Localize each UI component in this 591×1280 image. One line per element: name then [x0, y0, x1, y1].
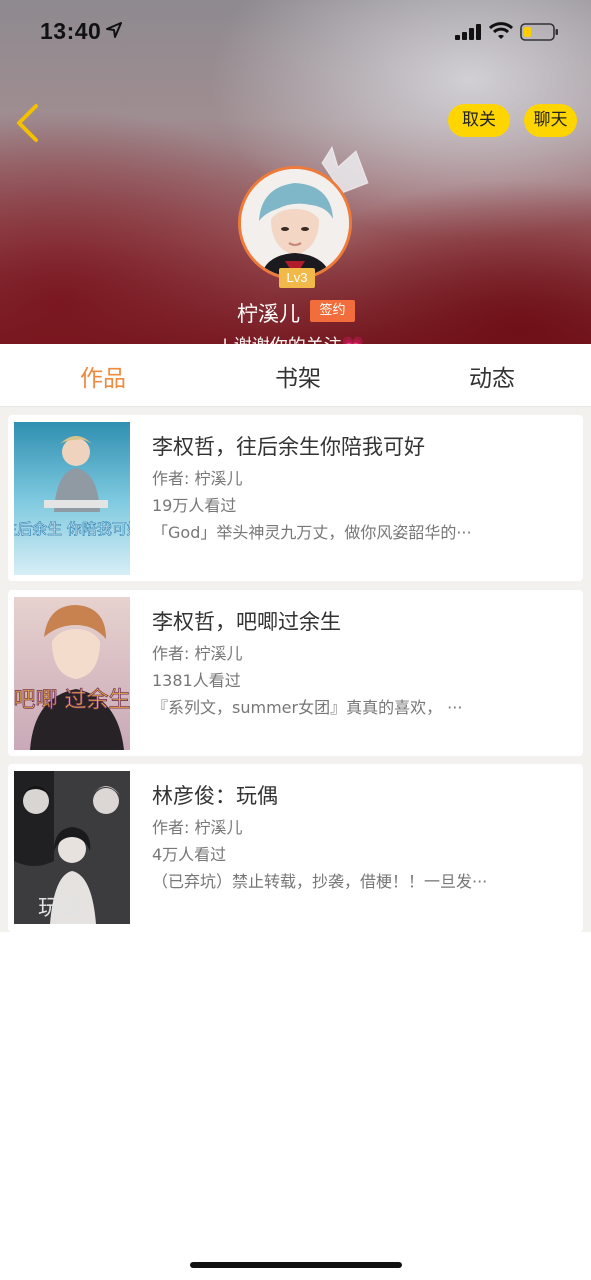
- level-badge: Lv3: [279, 268, 315, 288]
- profile-bio: | 谢谢你的关注💗: [222, 332, 364, 344]
- signed-author-badge: 签约: [310, 300, 355, 322]
- avatar[interactable]: [238, 166, 354, 282]
- cover-title-text: 玩偶: [38, 896, 82, 921]
- cover-title-text: 吧唧 过余生: [14, 688, 130, 713]
- book-card[interactable]: 吧唧 过余生 李权哲，吧唧过余生 作者: 柠溪儿 1381人看过 『系列文，su…: [8, 590, 583, 756]
- battery-icon: [520, 23, 558, 41]
- book-title: 林彦俊：玩偶: [152, 784, 278, 808]
- avatar-image: [238, 166, 352, 280]
- works-list: 往后余生 你陪我可好 李权哲，往后余生你陪我可好 作者: 柠溪儿 19万人看过 …: [0, 407, 591, 932]
- book-author: 作者: 柠溪儿: [152, 818, 243, 837]
- tab-bookshelf[interactable]: 书架: [275, 359, 321, 393]
- back-chevron-icon[interactable]: [12, 103, 44, 143]
- book-title: 李权哲，吧唧过余生: [152, 610, 341, 634]
- book-description: 「God」举头神灵九万丈，做你风姿韶华的···: [152, 523, 472, 542]
- book-card[interactable]: 往后余生 你陪我可好 李权哲，往后余生你陪我可好 作者: 柠溪儿 19万人看过 …: [8, 415, 583, 581]
- book-author: 作者: 柠溪儿: [152, 469, 243, 488]
- book-cover-image: 往后余生 你陪我可好: [14, 422, 130, 575]
- tab-works[interactable]: 作品: [80, 359, 126, 393]
- book-cover-image: 吧唧 过余生: [14, 597, 130, 750]
- cover-title-text: 往后余生 你陪我可好: [14, 520, 130, 538]
- unfollow-button[interactable]: 取关: [448, 104, 510, 137]
- location-arrow-icon: [106, 22, 122, 38]
- profile-header: 13:40 取关 聊天 Lv3 柠溪儿 签约: [0, 0, 591, 344]
- profile-tabs: 作品 书架 动态: [0, 344, 591, 407]
- cellular-signal-icon: [455, 24, 481, 40]
- book-title: 李权哲，往后余生你陪我可好: [152, 435, 425, 459]
- username: 柠溪儿: [237, 302, 300, 326]
- book-cover-image: 玩偶: [14, 771, 130, 924]
- book-description: 『系列文，summer女团』真真的喜欢， ···: [152, 698, 463, 717]
- chat-button[interactable]: 聊天: [524, 104, 577, 137]
- wifi-icon: [489, 22, 513, 39]
- book-view-count: 4万人看过: [152, 845, 227, 864]
- home-indicator[interactable]: [190, 1262, 402, 1268]
- status-bar: 13:40: [0, 0, 591, 64]
- book-description: （已弃坑）禁止转载，抄袭，借梗！！一旦发···: [152, 872, 488, 891]
- book-card[interactable]: 玩偶 林彦俊：玩偶 作者: 柠溪儿 4万人看过 （已弃坑）禁止转载，抄袭，借梗！…: [8, 764, 583, 932]
- book-author: 作者: 柠溪儿: [152, 644, 243, 663]
- status-time: 13:40: [40, 18, 102, 44]
- book-view-count: 19万人看过: [152, 496, 237, 515]
- book-view-count: 1381人看过: [152, 671, 241, 690]
- tab-activity[interactable]: 动态: [469, 359, 515, 393]
